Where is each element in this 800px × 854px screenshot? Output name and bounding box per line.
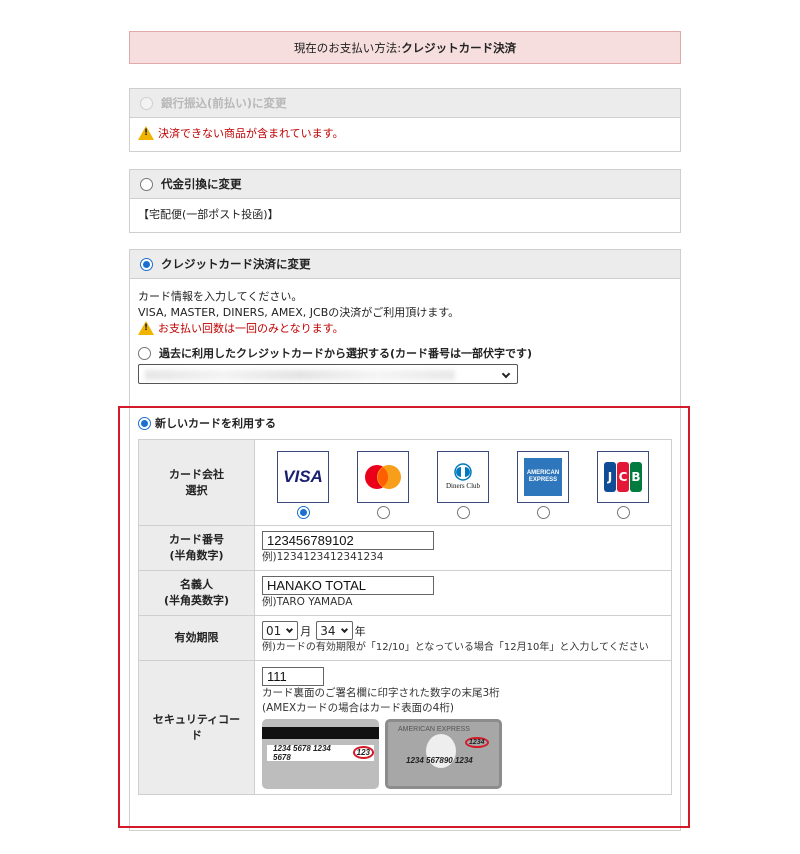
card-number-input[interactable]: 123456789102: [262, 531, 434, 550]
cod-radio[interactable]: [140, 177, 153, 191]
chevron-down-icon: [286, 625, 294, 633]
chevron-down-icon: [501, 369, 511, 379]
expiry-label: 有効期限: [138, 615, 255, 661]
current-payment-notice: 現在のお支払い方法: クレジットカード決済: [129, 31, 681, 64]
expiry-year-unit: 年: [354, 624, 366, 638]
bank-transfer-title: 銀行振込(前払い)に変更: [161, 96, 287, 110]
masked-card-text: [145, 370, 455, 380]
card-number-example: 例)1234123412341234: [262, 551, 384, 563]
credit-installment-warning: お支払い回数は一回のみとなります。: [158, 322, 344, 335]
bank-transfer-panel: 銀行振込(前払い)に変更 決済できない商品が含まれています。: [129, 88, 681, 152]
expiry-year-select[interactable]: 34: [316, 621, 353, 640]
notice-prefix: 現在のお支払い方法:: [293, 40, 402, 55]
credit-card-title: クレジットカード決済に変更: [161, 257, 311, 271]
brand-label: カード会社 選択: [138, 439, 255, 526]
cvc-hint-2: (AMEXカードの場合はカード表面の4桁): [262, 701, 454, 714]
jcb-logo-icon[interactable]: J C B: [597, 450, 649, 503]
card-back-illustration: 1234 5678 1234 5678 123: [262, 718, 379, 789]
cod-panel: 代金引換に変更 【宅配便(一部ポスト投函)】: [129, 169, 681, 233]
expiry-example: 例)カードの有効期限が「12/10」となっている場合「12月10年」と入力してく…: [262, 642, 649, 653]
new-card-radio[interactable]: [138, 416, 151, 430]
amex-front-illustration: AMERICAN EXPRESS 1234 1234 567890 1234: [385, 718, 502, 789]
chevron-down-icon: [340, 625, 348, 633]
cod-title: 代金引換に変更: [161, 177, 242, 191]
notice-method: クレジットカード決済: [401, 40, 517, 55]
expiry-month-select[interactable]: 01: [262, 621, 299, 640]
past-card-option[interactable]: 過去に利用したクレジットカードから選択する(カード番号は一部伏字です): [138, 344, 672, 362]
holder-label: 名義人 (半角英数字): [138, 570, 255, 616]
cvc-hint-1: カード裏面のご署名欄に印字された数字の末尾3桁: [262, 686, 500, 699]
credit-card-header[interactable]: クレジットカード決済に変更: [130, 250, 680, 279]
visa-radio[interactable]: [296, 505, 310, 519]
brand-options: VISA Diners Club AMERICAN EXPRESS J C B: [263, 450, 671, 519]
bank-transfer-radio: [140, 96, 153, 110]
cod-note: 【宅配便(一部ポスト投函)】: [138, 208, 279, 221]
cvc-input[interactable]: 111: [262, 666, 324, 686]
amex-logo-icon[interactable]: AMERICAN EXPRESS: [517, 450, 569, 503]
bank-transfer-warning: 決済できない商品が含まれています。: [158, 127, 344, 140]
cod-header[interactable]: 代金引換に変更: [130, 170, 680, 199]
warning-icon: [138, 321, 154, 335]
card-number-label: カード番号 (半角数字): [138, 525, 255, 571]
new-card-label: 新しいカードを利用する: [155, 417, 276, 430]
diners-club-logo-icon[interactable]: Diners Club: [437, 450, 489, 503]
holder-example: 例)TARO YAMADA: [262, 596, 353, 608]
visa-logo-icon[interactable]: VISA: [277, 450, 329, 503]
past-card-label: 過去に利用したクレジットカードから選択する(カード番号は一部伏字です): [159, 347, 533, 360]
card-form-table: カード会社 選択 VISA Diners Club AMERICAN EXPRE…: [138, 439, 672, 795]
new-card-option[interactable]: 新しいカードを利用する: [138, 414, 672, 432]
credit-intro-line2: VISA, MASTER, DINERS, AMEX, JCBの決済がご利用頂け…: [138, 306, 460, 319]
holder-input[interactable]: HANAKO TOTAL: [262, 576, 434, 595]
mastercard-logo-icon[interactable]: [357, 450, 409, 503]
expiry-month-unit: 月: [300, 624, 312, 638]
jcb-radio[interactable]: [616, 505, 630, 519]
diners-radio[interactable]: [456, 505, 470, 519]
warning-icon: [138, 126, 154, 140]
credit-intro-line1: カード情報を入力してください。: [138, 290, 303, 303]
amex-radio[interactable]: [536, 505, 550, 519]
past-card-select[interactable]: [138, 364, 518, 384]
past-card-radio[interactable]: [138, 346, 151, 360]
mastercard-radio[interactable]: [376, 505, 390, 519]
bank-transfer-header: 銀行振込(前払い)に変更: [130, 89, 680, 118]
new-card-section: 新しいカードを利用する カード会社 選択 VISA Diners Club AM…: [138, 414, 672, 795]
cvc-label: セキュリティコー ド: [138, 660, 255, 795]
credit-card-radio[interactable]: [140, 257, 153, 271]
